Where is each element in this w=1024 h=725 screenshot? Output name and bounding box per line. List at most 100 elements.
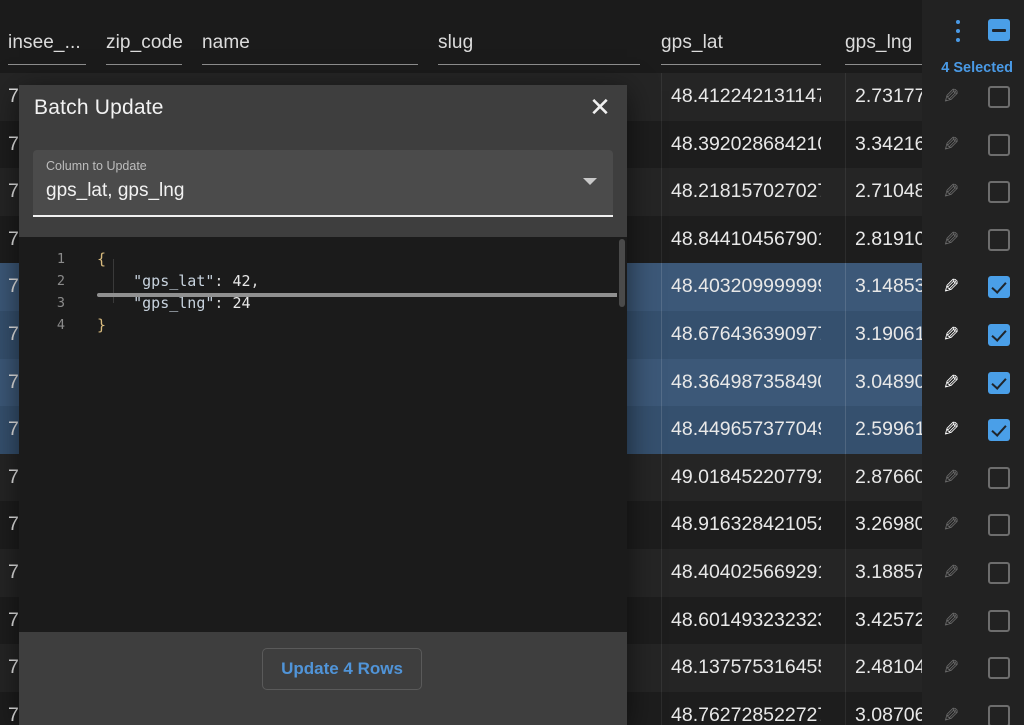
row-select-checkbox[interactable] <box>988 133 1010 156</box>
pencil-icon[interactable]: ✎ <box>940 181 962 203</box>
more-vertical-icon[interactable] <box>949 20 967 42</box>
code-token: : <box>214 272 233 290</box>
code-lines[interactable]: 1{2 "gps_lat": 42, 3 "gps_lng": 24 4} <box>19 248 627 336</box>
cell-gps_lat[interactable]: 48.60149323232326 <box>661 596 821 645</box>
pencil-icon[interactable]: ✎ <box>940 134 962 156</box>
select-surface[interactable]: Column to Update gps_lat, gps_lng <box>33 150 613 217</box>
column-header-slug[interactable]: slug <box>438 32 640 65</box>
column-header-rule <box>438 64 640 65</box>
cell-gps_lat[interactable]: 48.41224213114753 <box>661 73 821 121</box>
row-select-checkbox[interactable] <box>988 561 1010 584</box>
cell-gps_lng[interactable]: 2.481046 <box>845 644 922 692</box>
column-header-gps_lat[interactable]: gps_lat <box>661 32 821 65</box>
pencil-icon[interactable]: ✎ <box>940 229 962 251</box>
row-actions: ✎ <box>922 121 1024 169</box>
row-select-checkbox[interactable] <box>988 419 1010 442</box>
column-header-name[interactable]: name <box>202 32 418 65</box>
pencil-icon[interactable]: ✎ <box>940 562 962 584</box>
pencil-icon[interactable]: ✎ <box>940 610 962 632</box>
dialog-header: Batch Update ✕ <box>19 85 627 137</box>
row-actions: ✎ <box>922 73 1024 121</box>
row-select-checkbox[interactable] <box>988 371 1010 394</box>
cell-gps_lat[interactable]: 48.76272852272728 <box>661 691 821 725</box>
pencil-icon[interactable]: ✎ <box>940 86 962 108</box>
code-token: "gps_lat" <box>133 272 215 290</box>
row-actions: ✎ <box>922 692 1024 725</box>
cell-gps_lat[interactable]: 48.40320999999999 <box>661 263 821 311</box>
row-actions: ✎ <box>922 549 1024 597</box>
cell-gps_lat[interactable]: 48.84410456790123 <box>661 215 821 264</box>
cell-gps_lng[interactable]: 3.087067 <box>845 691 922 725</box>
row-select-checkbox[interactable] <box>988 323 1010 346</box>
cell-gps_lng[interactable]: 2.876606 <box>845 453 922 502</box>
cell-gps_lng[interactable]: 3.188576 <box>845 548 922 597</box>
scrollbar-thumb[interactable] <box>619 239 625 307</box>
pencil-icon[interactable]: ✎ <box>940 419 962 441</box>
row-select-checkbox[interactable] <box>988 86 1010 108</box>
cell-gps_lng[interactable]: 3.425720 <box>845 596 922 645</box>
row-select-checkbox[interactable] <box>988 609 1010 632</box>
pencil-icon[interactable]: ✎ <box>940 467 962 489</box>
pencil-icon[interactable]: ✎ <box>940 276 962 298</box>
cell-gps_lat[interactable]: 48.39202868421053 <box>661 120 821 169</box>
batch-update-dialog: Batch Update ✕ Column to Update gps_lat,… <box>19 85 627 725</box>
cell-gps_lng[interactable]: 3.148530 <box>845 263 922 311</box>
cell-gps_lng[interactable]: 3.048903 <box>845 358 922 407</box>
column-header-rule <box>661 64 821 65</box>
line-number: 4 <box>56 317 65 333</box>
cell-gps_lng[interactable]: 3.269800 <box>845 501 922 549</box>
cell-gps_lng[interactable]: 2.731772 <box>845 73 922 121</box>
row-actions: ✎ <box>922 501 1024 549</box>
column-header-zip_code[interactable]: zip_code <box>106 32 182 65</box>
update-rows-button[interactable]: Update 4 Rows <box>262 648 422 690</box>
row-select-checkbox[interactable] <box>988 466 1010 489</box>
cell-gps_lat[interactable]: 48.67643639097743 <box>661 310 821 359</box>
pencil-icon[interactable]: ✎ <box>940 372 962 394</box>
column-header-rule <box>845 64 922 65</box>
editor-horizontal-scrollbar[interactable] <box>97 293 627 297</box>
column-header-insee[interactable]: insee_... <box>8 32 86 65</box>
column-to-update-value: gps_lat, gps_lng <box>46 180 185 201</box>
chevron-down-icon[interactable] <box>583 178 597 185</box>
cell-gps_lat[interactable]: 48.13757531645571 <box>661 644 821 692</box>
row-actions: ✎ <box>922 454 1024 502</box>
rail-body: ✎✎✎✎✎✎✎✎✎✎✎✎✎✎✎ <box>922 73 1024 725</box>
cell-gps_lat[interactable]: 49.01845220779221 <box>661 453 821 502</box>
row-select-checkbox[interactable] <box>988 704 1010 725</box>
column-to-update-field[interactable]: Column to Update gps_lat, gps_lng <box>33 150 613 220</box>
column-header-rule <box>106 64 182 65</box>
cell-gps_lng[interactable]: 2.599610 <box>845 406 922 454</box>
close-icon[interactable]: ✕ <box>585 93 615 123</box>
cell-gps_lng[interactable]: 3.342162 <box>845 120 922 169</box>
code-token: 42 <box>232 272 251 290</box>
cell-gps_lng[interactable]: 2.819102 <box>845 215 922 264</box>
pencil-icon[interactable]: ✎ <box>940 705 962 725</box>
cell-gps_lng[interactable]: 2.710486 <box>845 168 922 216</box>
code-token: } <box>97 316 107 334</box>
row-actions: ✎ <box>922 359 1024 407</box>
column-header-gps_lng[interactable]: gps_lng <box>845 32 922 65</box>
cell-gps_lat[interactable]: 48.44965737704918 <box>661 406 821 454</box>
row-select-checkbox[interactable] <box>988 514 1010 537</box>
row-action-rail: 4 Selected ✎✎✎✎✎✎✎✎✎✎✎✎✎✎✎ <box>922 0 1024 725</box>
row-select-checkbox[interactable] <box>988 228 1010 251</box>
cell-gps_lat[interactable]: 48.91632842105262 <box>661 501 821 549</box>
cell-gps_lng[interactable]: 3.190619 <box>845 310 922 359</box>
kebab-dot <box>956 38 960 42</box>
pencil-icon[interactable]: ✎ <box>940 657 962 679</box>
cell-gps_lat[interactable]: 48.36498735849057 <box>661 358 821 407</box>
pencil-icon[interactable]: ✎ <box>940 514 962 536</box>
row-select-checkbox[interactable] <box>988 657 1010 680</box>
pencil-icon[interactable]: ✎ <box>940 324 962 346</box>
row-select-checkbox[interactable] <box>988 276 1010 299</box>
code-line-source: } <box>97 314 106 336</box>
cell-gps_lat[interactable]: 48.40402566929136 <box>661 548 821 597</box>
row-actions: ✎ <box>922 311 1024 359</box>
select-all-checkbox[interactable] <box>988 19 1010 41</box>
row-actions: ✎ <box>922 263 1024 311</box>
row-select-checkbox[interactable] <box>988 181 1010 204</box>
line-number: 2 <box>56 273 65 289</box>
cell-gps_lat[interactable]: 48.21815702702703 <box>661 168 821 216</box>
column-header-rule <box>202 64 418 65</box>
